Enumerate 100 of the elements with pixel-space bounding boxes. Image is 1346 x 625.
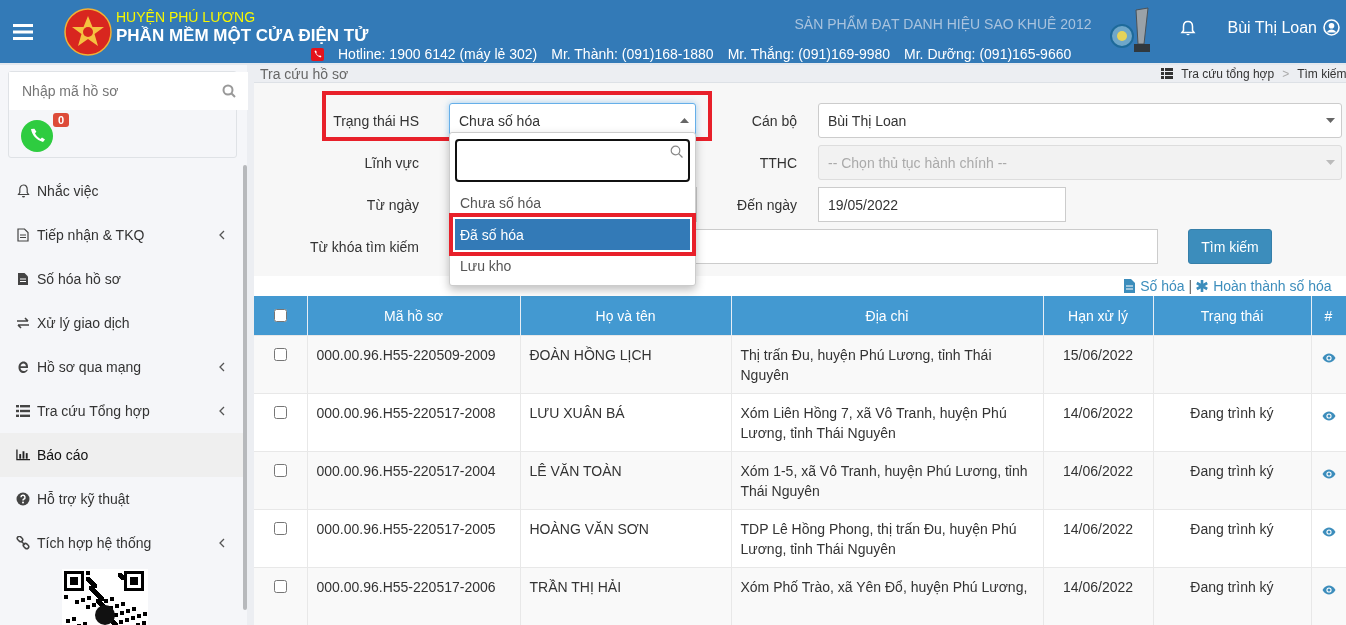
eye-icon[interactable] bbox=[1321, 469, 1336, 479]
menu-icon[interactable] bbox=[12, 23, 33, 40]
sidebar-item-label: Nhắc việc bbox=[37, 183, 100, 199]
sidebar-item[interactable]: Tiếp nhận & TKQ bbox=[0, 213, 247, 257]
list-icon bbox=[16, 405, 30, 417]
link-separator: | bbox=[1188, 278, 1193, 295]
dropdown-option[interactable]: Lưu kho bbox=[455, 253, 690, 280]
bell-icon[interactable] bbox=[1180, 20, 1197, 37]
sidebar-item-label: Tích hợp hệ thống bbox=[37, 535, 153, 551]
field-label: TTHC bbox=[759, 154, 797, 171]
action-link[interactable]: Số hóa bbox=[1140, 278, 1185, 295]
sidebar-item-label: Xử lý giao dịch bbox=[37, 315, 131, 331]
sidebar-item[interactable]: Hồ sơ qua mạng bbox=[0, 345, 247, 389]
sidebar-item[interactable]: Xử lý giao dịch bbox=[0, 301, 247, 345]
user-name[interactable]: Bùi Thị Loan bbox=[1227, 18, 1317, 37]
select-field[interactable]: Bùi Thị Loan bbox=[818, 103, 1342, 139]
count-badge: 0 bbox=[53, 113, 70, 127]
field-label: Cán bộ bbox=[751, 112, 797, 129]
eye-icon[interactable] bbox=[1321, 527, 1336, 537]
dropdown-search-field[interactable] bbox=[455, 139, 690, 183]
user-icon[interactable] bbox=[1323, 19, 1340, 36]
chevron-icon bbox=[219, 538, 225, 548]
table-cell: Xóm 1-5, xã Vô Tranh, huyện Phú Lương, tỉnh Thái Nguyên bbox=[731, 451, 1043, 510]
sidebar-item[interactable]: Hỗ trợ kỹ thuật bbox=[0, 477, 247, 521]
chevron-icon bbox=[219, 362, 225, 372]
caret-icon bbox=[680, 118, 689, 124]
row-checkbox[interactable] bbox=[273, 580, 287, 593]
row-checkbox[interactable] bbox=[273, 522, 287, 535]
table-cell: 000.00.96.H55-220509-2009 bbox=[307, 335, 520, 394]
district-name: HUYỆN PHÚ LƯƠNG bbox=[116, 9, 257, 25]
table-cell: 000.00.96.H55-220517-2006 bbox=[307, 567, 520, 625]
document-icon bbox=[17, 272, 29, 286]
contact-text: Hotline: 1900 6142 (máy lẻ 302) bbox=[338, 47, 538, 62]
bar-chart-icon bbox=[16, 449, 30, 461]
eye-icon[interactable] bbox=[1321, 585, 1336, 595]
dropdown-option[interactable]: Chưa số hóa bbox=[455, 190, 690, 217]
table-cell: Đang trình ký bbox=[1153, 567, 1311, 625]
chevron-icon bbox=[219, 230, 225, 240]
page-title: Tra cứu hồ sơ bbox=[260, 65, 349, 82]
table-cell: TRẦN THỊ HẢI bbox=[520, 567, 731, 625]
sidebar-item-label: Hồ sơ qua mạng bbox=[37, 359, 143, 375]
document-icon[interactable] bbox=[1124, 279, 1136, 294]
asterisk-icon[interactable] bbox=[1196, 280, 1209, 293]
contact-text: Mr. Thành: (091)168-1880 bbox=[551, 47, 714, 62]
arrows-icon bbox=[16, 317, 30, 329]
sidebar-item[interactable]: Nhắc việc bbox=[0, 169, 247, 213]
contact-text: Mr. Dưỡng: (091)165-9660 bbox=[904, 47, 1072, 62]
table-cell: Đang trình ký bbox=[1153, 451, 1311, 510]
field-label: Từ ngày bbox=[366, 196, 419, 213]
column-header: Hạn xử lý bbox=[1043, 296, 1153, 336]
caret-icon bbox=[1326, 118, 1335, 124]
field-label: Lĩnh vực bbox=[364, 154, 419, 171]
breadcrumb-link[interactable]: Tìm kiếm bbox=[1297, 66, 1346, 81]
search-icon bbox=[670, 145, 683, 159]
date-field[interactable]: 19/05/2022 bbox=[818, 187, 1066, 223]
sidebar-item[interactable]: Tra cứu Tổng hợp bbox=[0, 389, 247, 433]
sidebar-item-label: Tiếp nhận & TKQ bbox=[37, 227, 146, 243]
select-field: -- Chọn thủ tục hành chính -- bbox=[818, 145, 1342, 181]
table-cell: 000.00.96.H55-220517-2004 bbox=[307, 451, 520, 510]
column-header: Họ và tên bbox=[520, 296, 731, 336]
row-checkbox[interactable] bbox=[273, 464, 287, 477]
table-cell: 15/06/2022 bbox=[1043, 335, 1153, 394]
search-icon[interactable] bbox=[222, 84, 236, 98]
column-header: Mã hồ sơ bbox=[307, 296, 520, 336]
table-cell: Thị trấn Đu, huyện Phú Lương, tỉnh Thái Nguyên bbox=[731, 335, 1043, 394]
column-header: Trạng thái bbox=[1153, 296, 1311, 336]
breadcrumb-link[interactable]: Tra cứu tổng hợp bbox=[1181, 66, 1275, 81]
contact-text: Mr. Thắng: (091)169-9980 bbox=[727, 47, 891, 62]
link-icon bbox=[16, 536, 30, 550]
field-label: Trạng thái HS bbox=[333, 112, 419, 129]
table-cell: Xóm Phố Trào, xã Yên Đổ, huyện Phú Lương, bbox=[731, 567, 1043, 625]
sidebar-item[interactable]: Số hóa hồ sơ bbox=[0, 257, 247, 301]
app-title: PHẦN MỀM MỘT CỬA ĐIỆN TỬ bbox=[116, 25, 370, 46]
table-cell: ĐOÀN HỒNG LỊCH bbox=[520, 335, 731, 394]
eye-icon[interactable] bbox=[1321, 411, 1336, 421]
table-cell: 14/06/2022 bbox=[1043, 451, 1153, 510]
field-label: Đến ngày bbox=[737, 196, 797, 213]
chevron-icon bbox=[219, 406, 225, 416]
select-all-checkbox[interactable] bbox=[273, 309, 287, 322]
emblem-logo bbox=[63, 7, 112, 56]
document-icon bbox=[17, 228, 29, 242]
phone-icon bbox=[311, 48, 324, 61]
browser-icon bbox=[16, 360, 30, 374]
bell-icon bbox=[16, 184, 30, 198]
caret-icon bbox=[1326, 160, 1335, 166]
help-icon bbox=[16, 492, 30, 506]
sidebar-item[interactable]: Tích hợp hệ thống bbox=[0, 521, 247, 565]
scrollbar[interactable] bbox=[243, 165, 247, 610]
list-icon bbox=[1161, 68, 1174, 80]
row-checkbox[interactable] bbox=[273, 348, 287, 361]
award-text: SẢN PHẨM ĐẠT DANH HIỆU SAO KHUÊ 2012 bbox=[794, 14, 1093, 34]
sidebar-item-label: Số hóa hồ sơ bbox=[37, 271, 122, 287]
column-header: Địa chỉ bbox=[731, 296, 1043, 336]
eye-icon[interactable] bbox=[1321, 353, 1336, 363]
row-checkbox[interactable] bbox=[273, 406, 287, 419]
field-label: Từ khóa tìm kiếm bbox=[310, 238, 419, 255]
sidebar-item-label: Hỗ trợ kỹ thuật bbox=[37, 491, 131, 507]
search-field[interactable]: Nhập mã hồ sơ bbox=[9, 72, 248, 110]
search-button[interactable]: Tìm kiếm bbox=[1188, 229, 1272, 265]
action-link[interactable]: Hoàn thành số hóa bbox=[1213, 278, 1332, 295]
